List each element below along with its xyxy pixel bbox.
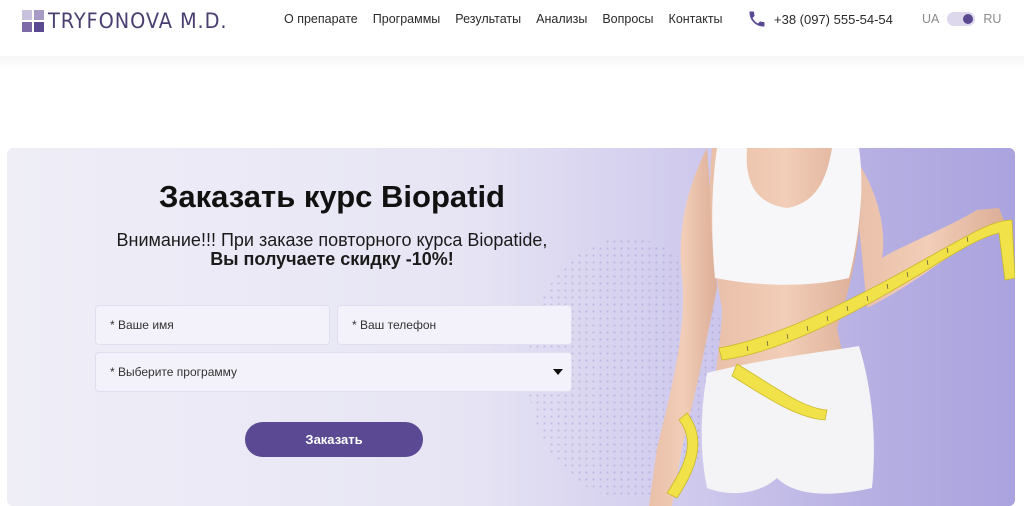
order-banner: Заказать курс Biopatid Внимание!!! При з… bbox=[7, 148, 1015, 506]
nav-item-about[interactable]: О препарате bbox=[284, 12, 358, 26]
phone-input[interactable]: * Ваш телефон bbox=[337, 305, 572, 345]
header-divider bbox=[0, 56, 1024, 70]
phone-number: +38 (097) 555-54-54 bbox=[774, 11, 893, 27]
lang-ua[interactable]: UA bbox=[922, 12, 939, 26]
model-photo bbox=[649, 148, 1015, 506]
site-header: TRYFONOVA M.D. О препарате Программы Рез… bbox=[0, 0, 1024, 42]
nav-item-questions[interactable]: Вопросы bbox=[602, 12, 653, 26]
order-subtitle: Внимание!!! При заказе повторного курса … bbox=[116, 230, 548, 250]
nav-item-analyses[interactable]: Анализы bbox=[536, 12, 587, 26]
phone-placeholder: * Ваш телефон bbox=[352, 318, 437, 332]
name-input[interactable]: * Ваше имя bbox=[95, 305, 330, 345]
order-title: Заказать курс Biopatid bbox=[158, 179, 505, 214]
phone-icon bbox=[749, 11, 765, 27]
lang-ru[interactable]: RU bbox=[983, 12, 1001, 26]
name-placeholder: * Ваше имя bbox=[110, 318, 174, 332]
main-nav: О препарате Программы Результаты Анализы… bbox=[284, 12, 738, 26]
chevron-down-icon bbox=[553, 369, 563, 375]
program-placeholder: * Выберите программу bbox=[110, 365, 237, 379]
nav-item-results[interactable]: Результаты bbox=[455, 12, 521, 26]
logo[interactable]: TRYFONOVA M.D. bbox=[22, 8, 243, 34]
program-select[interactable]: * Выберите программу bbox=[95, 352, 572, 392]
logo-text: TRYFONOVA M.D. bbox=[48, 9, 228, 33]
nav-item-programs[interactable]: Программы bbox=[373, 12, 441, 26]
order-discount: Вы получаете скидку -10%! bbox=[210, 249, 454, 269]
nav-item-contacts[interactable]: Контакты bbox=[669, 12, 723, 26]
order-submit-button[interactable]: Заказать bbox=[245, 422, 423, 457]
logo-mark-icon bbox=[22, 10, 44, 32]
header-phone[interactable]: +38 (097) 555-54-54 bbox=[747, 9, 893, 29]
lang-toggle[interactable] bbox=[947, 12, 976, 26]
language-switcher[interactable]: UA RU bbox=[922, 12, 1001, 26]
